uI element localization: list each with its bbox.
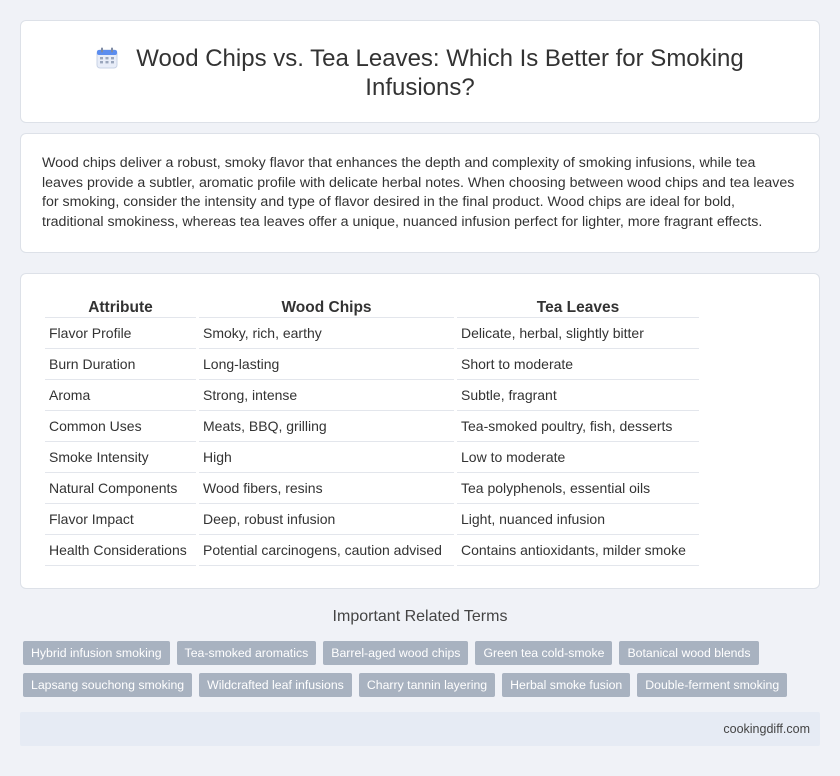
- cell-tea-leaves: Contains antioxidants, milder smoke: [457, 535, 699, 566]
- cell-wood-chips: Meats, BBQ, grilling: [199, 411, 454, 442]
- related-term-tag[interactable]: Green tea cold-smoke: [475, 641, 613, 665]
- table-row: Flavor Profile Smoky, rich, earthy Delic…: [45, 318, 699, 349]
- cell-attribute: Health Considerations: [45, 535, 196, 566]
- page-title-text: Wood Chips vs. Tea Leaves: Which Is Bett…: [136, 45, 744, 101]
- related-term-tag[interactable]: Tea-smoked aromatics: [176, 641, 317, 665]
- page-title: Wood Chips vs. Tea Leaves: Which Is Bett…: [81, 44, 759, 102]
- cell-tea-leaves: Low to moderate: [457, 442, 699, 473]
- cell-tea-leaves: Delicate, herbal, slightly bitter: [457, 318, 699, 349]
- table-row: Flavor Impact Deep, robust infusion Ligh…: [45, 504, 699, 535]
- calendar-icon: [96, 47, 118, 69]
- footer-bar: cookingdiff.com: [20, 712, 820, 746]
- cell-wood-chips: Wood fibers, resins: [199, 473, 454, 504]
- cell-attribute: Smoke Intensity: [45, 442, 196, 473]
- cell-attribute: Burn Duration: [45, 349, 196, 380]
- footer-site-name: cookingdiff.com: [723, 722, 810, 736]
- summary-paragraph: Wood chips deliver a robust, smoky flavo…: [42, 155, 795, 230]
- cell-wood-chips: Deep, robust infusion: [199, 504, 454, 535]
- cell-tea-leaves: Short to moderate: [457, 349, 699, 380]
- table-row: Burn Duration Long-lasting Short to mode…: [45, 349, 699, 380]
- cell-tea-leaves: Tea-smoked poultry, fish, desserts: [457, 411, 699, 442]
- summary-card: Wood chips deliver a robust, smoky flavo…: [20, 133, 820, 253]
- related-term-tag[interactable]: Charry tannin layering: [358, 673, 496, 697]
- cell-attribute: Common Uses: [45, 411, 196, 442]
- related-term-tag[interactable]: Botanical wood blends: [619, 641, 759, 665]
- cell-attribute: Flavor Impact: [45, 504, 196, 535]
- table-row: Aroma Strong, intense Subtle, fragrant: [45, 380, 699, 411]
- cell-attribute: Aroma: [45, 380, 196, 411]
- cell-wood-chips: Long-lasting: [199, 349, 454, 380]
- title-card: Wood Chips vs. Tea Leaves: Which Is Bett…: [20, 20, 820, 123]
- table-row: Smoke Intensity High Low to moderate: [45, 442, 699, 473]
- cell-wood-chips: Strong, intense: [199, 380, 454, 411]
- header-attribute: Attribute: [45, 294, 196, 318]
- table-row: Natural Components Wood fibers, resins T…: [45, 473, 699, 504]
- header-wood-chips: Wood Chips: [199, 294, 454, 318]
- table-row: Health Considerations Potential carcinog…: [45, 535, 699, 566]
- related-term-tag[interactable]: Wildcrafted leaf infusions: [199, 673, 352, 697]
- cell-attribute: Flavor Profile: [45, 318, 196, 349]
- related-term-tag[interactable]: Herbal smoke fusion: [502, 673, 631, 697]
- table-header-row: Attribute Wood Chips Tea Leaves: [45, 294, 699, 318]
- related-terms-heading: Important Related Terms: [332, 608, 508, 625]
- header-tea-leaves: Tea Leaves: [457, 294, 699, 318]
- cell-wood-chips: High: [199, 442, 454, 473]
- related-term-tag[interactable]: Lapsang souchong smoking: [23, 673, 193, 697]
- cell-tea-leaves: Light, nuanced infusion: [457, 504, 699, 535]
- comparison-table-card: Attribute Wood Chips Tea Leaves Flavor P…: [20, 273, 820, 589]
- related-term-tag[interactable]: Hybrid infusion smoking: [23, 641, 170, 665]
- comparison-table: Attribute Wood Chips Tea Leaves Flavor P…: [42, 294, 702, 566]
- related-terms-list: Hybrid infusion smoking Tea-smoked aroma…: [23, 641, 803, 697]
- table-row: Common Uses Meats, BBQ, grilling Tea-smo…: [45, 411, 699, 442]
- related-term-tag[interactable]: Barrel-aged wood chips: [323, 641, 469, 665]
- cell-attribute: Natural Components: [45, 473, 196, 504]
- cell-wood-chips: Potential carcinogens, caution advised: [199, 535, 454, 566]
- cell-tea-leaves: Subtle, fragrant: [457, 380, 699, 411]
- cell-tea-leaves: Tea polyphenols, essential oils: [457, 473, 699, 504]
- related-term-tag[interactable]: Double-ferment smoking: [637, 673, 788, 697]
- cell-wood-chips: Smoky, rich, earthy: [199, 318, 454, 349]
